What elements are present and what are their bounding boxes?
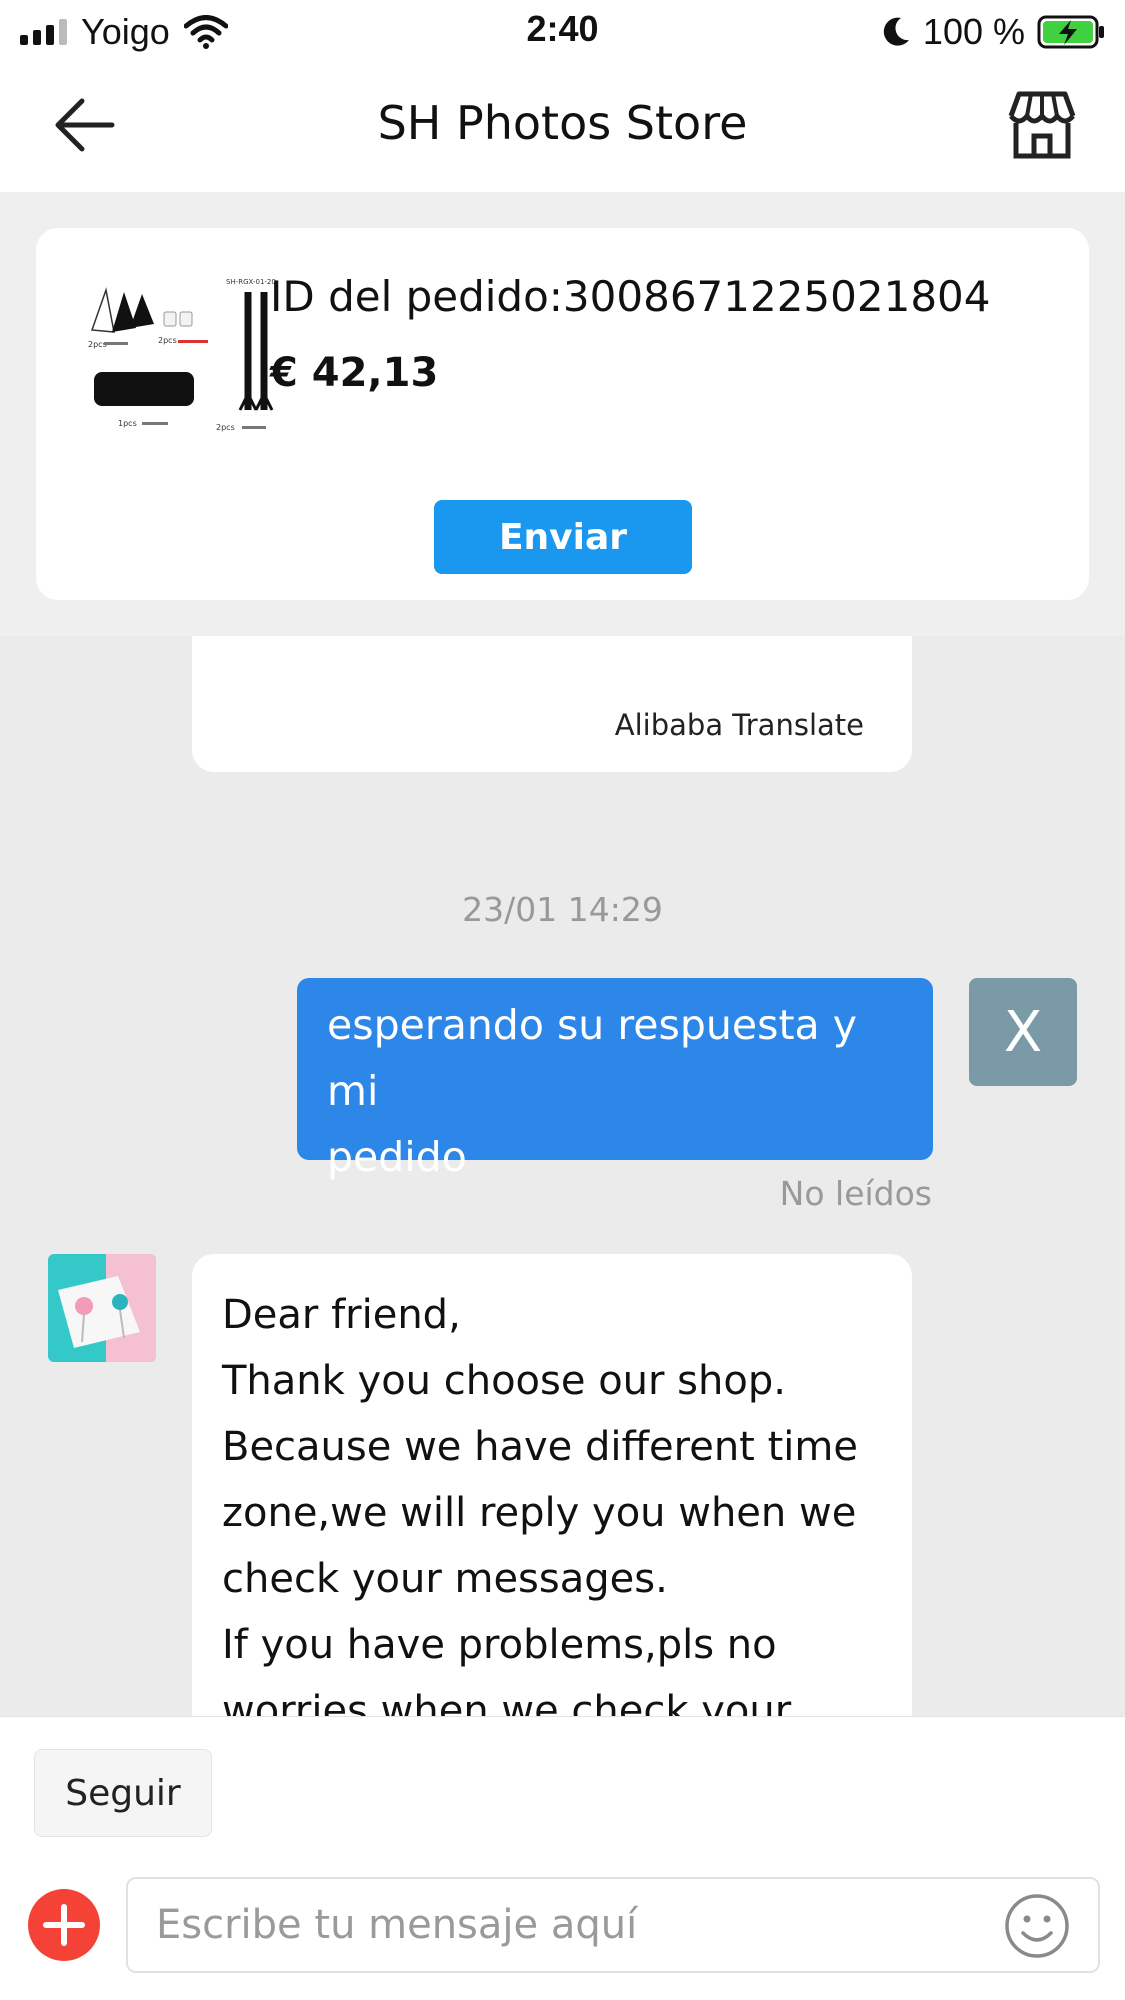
battery-percent: 100 % [922, 11, 1025, 52]
message-input[interactable] [126, 1877, 1100, 1973]
order-card[interactable]: SH-RGX-01-20 2pcs 2pcs 1pcs 2pcs ID del … [36, 228, 1089, 600]
received-message-line: If you have problems,pls no [222, 1622, 777, 1668]
status-bar: Yoigo 2:40 100 % [0, 0, 1125, 62]
read-status: No leídos [779, 1174, 932, 1213]
store-button[interactable] [1005, 90, 1079, 160]
send-order-button[interactable]: Enviar [434, 500, 692, 574]
chat-area[interactable]: Alibaba Translate 23/01 14:29 esperando … [0, 636, 1125, 1716]
add-attachment-button[interactable] [28, 1889, 100, 1961]
status-right: 100 % [881, 10, 1107, 54]
composer-area: Seguir [0, 1716, 1125, 2000]
plus-icon [43, 1904, 85, 1946]
battery-charging-icon [1037, 15, 1104, 49]
received-message-line: Because we have different time [222, 1424, 858, 1470]
product-thumbnail[interactable]: SH-RGX-01-20 2pcs 2pcs 1pcs 2pcs [78, 270, 284, 476]
thumb-model-label: SH-RGX-01-20 [226, 278, 276, 286]
thumb-qty-label-1: 2pcs [88, 340, 107, 349]
received-message-line: Dear friend, [222, 1292, 461, 1338]
moon-icon [883, 17, 909, 46]
retry-button[interactable]: X [969, 978, 1077, 1086]
message-timestamp: 23/01 14:29 [462, 890, 663, 929]
order-panel: SH-RGX-01-20 2pcs 2pcs 1pcs 2pcs ID del … [0, 192, 1125, 636]
seller-avatar[interactable] [48, 1254, 156, 1362]
order-id: ID del pedido:3008671225021804 [270, 272, 991, 321]
emoji-button[interactable] [1004, 1893, 1070, 1959]
smiley-icon [1005, 1894, 1069, 1958]
thumb-qty-label-3: 1pcs [118, 419, 137, 428]
order-price: € 42,13 [270, 350, 439, 396]
seller-avatar-image [48, 1254, 156, 1362]
received-message-line: check your messages. [222, 1556, 668, 1602]
received-message-bubble[interactable]: Dear friend, Thank you choose our shop. … [192, 1254, 912, 1716]
store-icon [1008, 91, 1076, 159]
follow-button[interactable]: Seguir [34, 1749, 212, 1837]
sent-message-bubble[interactable]: esperando su respuesta y mi pedido [297, 978, 933, 1181]
received-message-bubble: Alibaba Translate [192, 636, 912, 772]
nav-bar: SH Photos Store [0, 62, 1125, 192]
received-message-line: zone,we will reply you when we [222, 1490, 857, 1536]
thumb-qty-label-4: 2pcs [216, 423, 235, 432]
received-message-line: Thank you choose our shop. [222, 1358, 786, 1404]
received-message-line: worries when we check your [222, 1688, 792, 1716]
product-image: SH-RGX-01-20 2pcs 2pcs 1pcs 2pcs [78, 270, 284, 476]
page-title: SH Photos Store [377, 96, 748, 150]
sent-message-line: esperando su respuesta y mi [327, 1001, 857, 1115]
translate-credit[interactable]: Alibaba Translate [615, 708, 864, 742]
thumb-qty-label-2: 2pcs [158, 336, 177, 345]
